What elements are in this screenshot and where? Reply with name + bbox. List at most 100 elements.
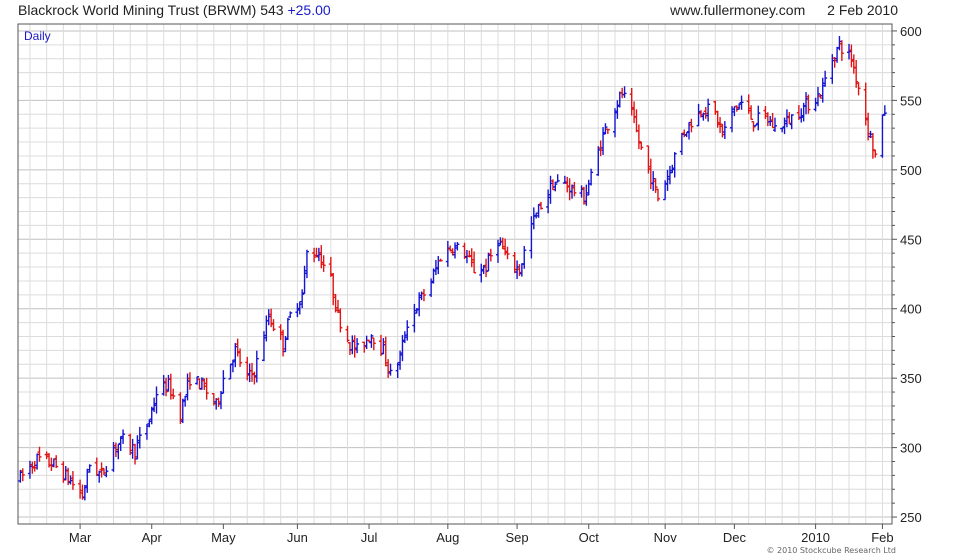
ohlc-bar [768,115,773,126]
ohlc-bar [734,105,739,112]
ohlc-bar [453,242,457,259]
ohlc-bar [87,464,92,473]
ohlc-bar [202,378,207,390]
ohlc-bar [629,88,634,116]
ohlc-bar [221,370,226,394]
ohlc-bar [562,175,567,184]
ohlc-bar [870,133,875,159]
x-tick-label: Aug [436,530,459,545]
ohlc-bar [634,109,639,133]
ohlc-bar [271,319,276,332]
ohlc-bar [596,146,601,176]
ohlc-bar [137,426,142,449]
y-tick-label: 600 [900,24,922,39]
ohlc-bar [529,216,534,259]
ohlc-bar [519,263,524,277]
ohlc-bar [648,158,653,190]
ohlc-bar [622,86,627,98]
ohlc-bar [116,443,121,460]
x-tick-label: Nov [654,530,678,545]
ohlc-bar [250,362,255,382]
ohlc-bar [228,363,233,380]
ohlc-bar [300,289,305,309]
ohlc-bar [371,337,376,351]
ohlc-bar [211,393,216,406]
ohlc-bar [32,461,37,472]
ohlc-bar [297,301,302,315]
ohlc-bar [233,343,238,368]
ohlc-bar [746,94,751,114]
ohlc-bar [701,112,706,121]
x-tick-label: Feb [871,530,893,545]
x-tick-label: 2010 [801,530,830,545]
ohlc-bar [383,336,388,367]
ohlc-bar [197,378,202,390]
ohlc-bar [753,123,758,127]
ohlc-bar [567,178,572,201]
ohlc-bar [823,70,828,87]
ohlc-bar [20,468,25,482]
ohlc-bar [804,92,809,115]
ohlc-bar [820,77,825,103]
x-tick-label: Apr [142,530,163,545]
x-tick-label: May [211,530,236,545]
ohlc-bar [565,176,570,193]
y-tick-label: 500 [900,163,922,178]
ohlc-bar [632,101,637,124]
ohlc-bar [395,362,400,378]
x-tick-label: Dec [723,530,747,545]
ohlc-bar [178,392,183,424]
ohlc-bar [880,114,885,158]
ohlc-bar [784,109,789,128]
ohlc-bar [386,359,391,378]
ohlc-bar [144,423,149,440]
ohlc-bar [235,338,240,357]
ohlc-bar [338,308,343,333]
ohlc-bar [689,118,694,133]
x-axis: Mar Apr May Jun Jul Aug Sep Oct Nov Dec 2010 Feb [69,524,894,545]
ohlc-bar [245,356,250,381]
x-tick-label: Jun [287,530,308,545]
ohlc-bar [856,82,861,96]
ohlc-bar [94,457,99,477]
ohlc-bar [684,131,689,138]
ohlc-bar [247,363,252,383]
ohlc-bar [546,189,551,214]
ohlc-bar [780,127,785,133]
ohlc-bar [400,335,405,362]
ohlc-bar [570,184,575,199]
ohlc-bar [665,169,670,191]
ohlc-bar [331,273,336,306]
ohlc-bar [620,87,625,99]
ohlc-bar [347,342,352,356]
ohlc-bar [522,245,527,269]
ohlc-bar [653,178,658,193]
ohlc-bar [782,117,787,135]
y-tick-label: 400 [900,302,922,317]
ohlc-bar [667,165,672,185]
y-tick-label: 350 [900,371,922,386]
plot-border [17,23,893,525]
y-tick-label: 450 [900,232,922,247]
ohlc-bar [378,334,383,357]
period-label: Daily [24,29,51,43]
copyright-text: © 2010 Stockcube Research Ltd [766,546,896,555]
ohlc-bar [168,373,173,400]
ohlc-bar [166,374,171,392]
ohlc-bar [839,40,844,62]
ohlc-bar [713,100,718,115]
x-tick-label: Mar [69,530,92,545]
ohlc-bar [445,240,450,267]
ohlc-bar [63,465,68,481]
ohlc-bar [813,97,818,112]
ohlc-bar [531,207,536,230]
ohlc-bar [682,129,687,138]
ohlc-bar [806,94,811,114]
ohlc-bar [484,258,489,278]
x-tick-label: Jul [361,530,378,545]
ohlc-bar [605,128,610,135]
ohlc-bars [18,36,887,501]
ohlc-bar [679,132,684,156]
ohlc-bar [847,43,852,60]
ohlc-bar [655,188,660,202]
